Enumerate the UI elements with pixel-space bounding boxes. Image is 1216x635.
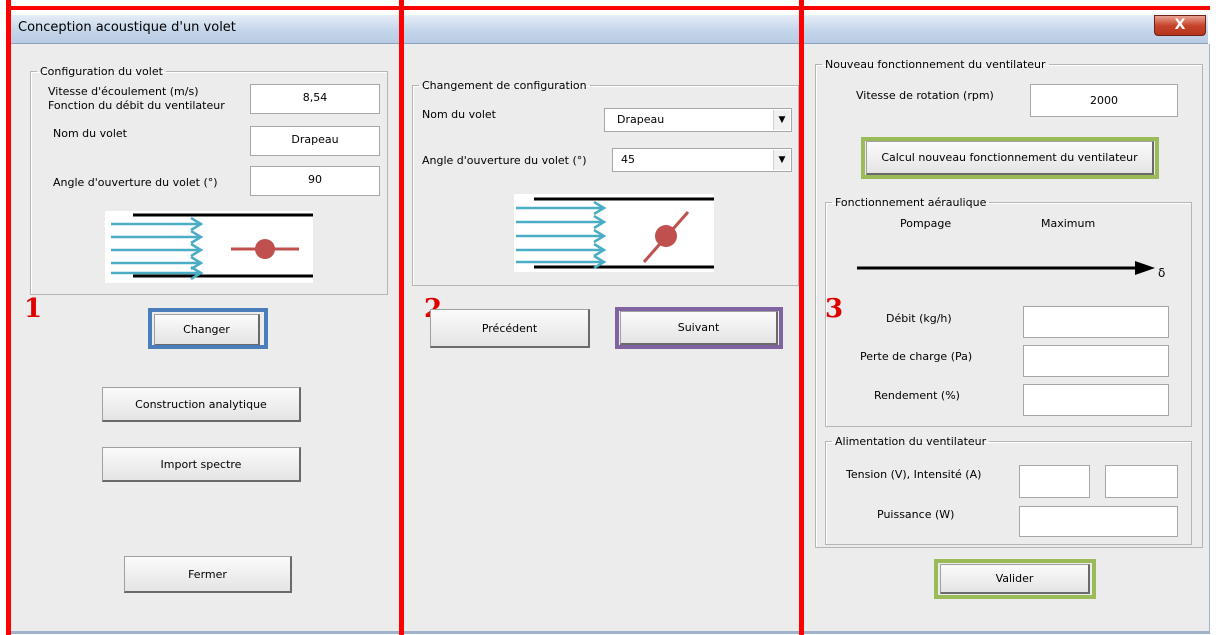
angle-select[interactable]: 45 ▼	[612, 148, 792, 172]
pressure-loss-label: Perte de charge (Pa)	[860, 350, 973, 363]
dropdown-arrow-icon[interactable]: ▼	[773, 150, 790, 170]
angle-field[interactable]: 90	[250, 166, 380, 196]
volet-name-field[interactable]: Drapeau	[250, 126, 380, 156]
validate-button-highlight	[934, 559, 1096, 599]
current-field[interactable]	[1105, 465, 1178, 498]
rotation-speed-field[interactable]: 2000	[1030, 84, 1178, 117]
damper-pivot-icon	[255, 239, 275, 259]
volet-config-legend: Configuration du volet	[40, 65, 163, 78]
angle-select-label: Angle d'ouverture du volet (°)	[422, 154, 587, 167]
panel-number-3: 3	[825, 294, 844, 324]
efficiency-field[interactable]	[1023, 384, 1169, 416]
red-divider-1	[399, 0, 404, 635]
efficiency-label: Rendement (%)	[874, 389, 960, 402]
flow-rate-label: Débit (kg/h)	[886, 312, 952, 325]
window-title: Conception acoustique d'un volet	[18, 20, 236, 35]
analytic-construction-button[interactable]: Construction analytique	[102, 387, 301, 422]
volet-diagram-90	[105, 211, 313, 283]
delta-symbol: δ	[1158, 266, 1166, 280]
new-operation-legend: Nouveau fonctionnement du ventilateur	[825, 58, 1046, 71]
next-button-highlight	[615, 307, 783, 349]
maximum-label: Maximum	[1041, 217, 1096, 230]
flow-rate-field[interactable]	[1023, 306, 1169, 338]
speed-sublabel: Fonction du débit du ventilateur	[48, 99, 225, 112]
speed-label: Vitesse d'écoulement (m/s)	[48, 85, 199, 98]
previous-button[interactable]: Précédent	[430, 309, 590, 348]
config-change-legend: Changement de configuration	[422, 79, 587, 92]
import-spectrum-button[interactable]: Import spectre	[102, 447, 301, 482]
angle-select-value: 45	[621, 153, 635, 166]
pressure-loss-field[interactable]	[1023, 345, 1169, 377]
operating-axis-arrow-icon	[857, 261, 1155, 275]
volet-name-select-value: Drapeau	[617, 113, 665, 126]
calculate-button-highlight	[861, 137, 1159, 179]
panel-number-1: 1	[24, 294, 43, 324]
power-field[interactable]	[1019, 506, 1178, 537]
close-form-button[interactable]: Fermer	[124, 556, 292, 593]
volet-name-select[interactable]: Drapeau ▼	[604, 108, 792, 132]
voltage-current-label: Tension (V), Intensité (A)	[846, 468, 982, 481]
speed-field[interactable]: 8,54	[250, 84, 380, 114]
pumping-label: Pompage	[900, 217, 952, 230]
volet-name-label: Nom du volet	[53, 127, 127, 140]
volet-diagram-45	[514, 194, 714, 272]
rotation-speed-label: Vitesse de rotation (rpm)	[856, 89, 994, 102]
aeraulic-legend: Fonctionnement aéraulique	[835, 196, 987, 209]
close-window-button[interactable]: X	[1154, 15, 1206, 36]
power-label: Puissance (W)	[877, 508, 955, 521]
angle-label: Angle d'ouverture du volet (°)	[53, 176, 218, 189]
volet-name-select-label: Nom du volet	[422, 108, 496, 121]
red-divider-2	[799, 0, 804, 635]
voltage-field[interactable]	[1019, 465, 1090, 498]
dropdown-arrow-icon[interactable]: ▼	[773, 110, 790, 130]
red-divider-top	[6, 6, 1210, 10]
fan-supply-legend: Alimentation du ventilateur	[835, 435, 987, 448]
change-button-highlight	[148, 308, 268, 349]
damper-pivot-icon	[655, 225, 677, 247]
red-divider-left	[6, 0, 11, 635]
